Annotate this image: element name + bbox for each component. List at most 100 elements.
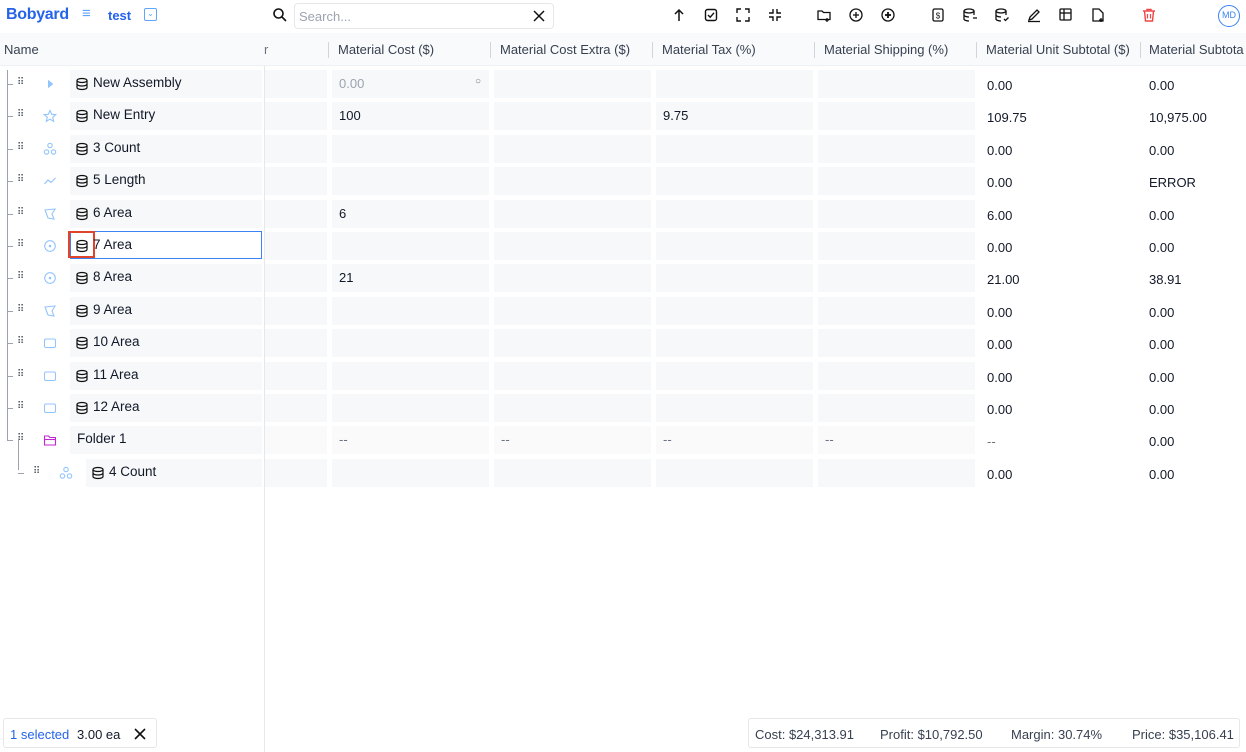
material-cost-cell[interactable] (332, 232, 489, 260)
material-cost-cell[interactable]: -- (332, 426, 489, 455)
partial-cell[interactable] (265, 264, 327, 293)
material-tax-cell[interactable]: 9.75 (656, 102, 813, 131)
add-assembly-icon[interactable] (880, 7, 896, 23)
material-tax-cell[interactable] (656, 232, 813, 260)
partial-cell[interactable] (265, 70, 327, 98)
material-tax-cell[interactable] (656, 394, 813, 422)
search-box[interactable] (294, 3, 554, 29)
pencil-icon[interactable] (1026, 7, 1042, 23)
tree-row[interactable]: ⠿ 7 Area (0, 231, 264, 260)
material-cost-cell[interactable] (332, 296, 489, 325)
tree-row[interactable]: ⠿ 6 Area (0, 199, 264, 228)
material-tax-cell[interactable] (656, 458, 813, 487)
material-shipping-cell[interactable] (818, 329, 975, 358)
drag-handle-icon[interactable]: ⠿ (17, 402, 24, 412)
database-icon[interactable] (91, 466, 105, 480)
folder-icon[interactable] (43, 433, 57, 447)
expand-icon[interactable] (735, 7, 751, 23)
database-icon[interactable] (75, 336, 89, 350)
circle-area-icon[interactable] (43, 239, 57, 253)
tree-row[interactable]: ⠿ 8 Area (0, 264, 264, 293)
partial-cell[interactable] (265, 296, 327, 325)
material-tax-cell[interactable] (656, 329, 813, 358)
delete-icon[interactable] (1141, 7, 1157, 23)
drag-handle-icon[interactable]: ⠿ (17, 175, 24, 185)
tree-item-name[interactable]: 4 Count (109, 464, 156, 479)
database-icon[interactable] (75, 109, 89, 123)
collapse-icon[interactable] (767, 7, 783, 23)
circle-area-icon[interactable] (43, 271, 57, 285)
drag-handle-icon[interactable]: ⠿ (17, 78, 24, 88)
material-cost-extra-cell[interactable] (494, 264, 651, 293)
checkbox-icon[interactable] (703, 7, 719, 23)
material-shipping-cell[interactable] (818, 264, 975, 293)
partial-cell[interactable] (265, 199, 327, 228)
tree-item-name[interactable]: 8 Area (93, 269, 132, 284)
database-icon[interactable] (75, 77, 89, 91)
material-tax-cell[interactable] (656, 361, 813, 390)
database-icon[interactable] (75, 271, 89, 285)
column-header-material-shipping[interactable]: Material Shipping (%) (824, 33, 974, 66)
project-dropdown-icon[interactable]: ⌄ (144, 8, 157, 21)
material-cost-extra-cell[interactable] (494, 458, 651, 487)
tree-item-name[interactable]: 5 Length (93, 172, 146, 187)
material-cost-extra-cell[interactable] (494, 232, 651, 260)
tree-item-name[interactable]: 6 Area (93, 205, 132, 220)
rectangle-area-icon[interactable] (43, 336, 57, 350)
column-header-material-tax[interactable]: Material Tax (%) (662, 33, 812, 66)
partial-cell[interactable] (265, 394, 327, 422)
drag-handle-icon[interactable]: ⠿ (17, 110, 24, 120)
partial-cell[interactable] (265, 361, 327, 390)
material-tax-cell[interactable] (656, 70, 813, 98)
database-icon[interactable] (75, 369, 89, 383)
document-add-icon[interactable] (1090, 7, 1106, 23)
partial-cell[interactable] (265, 102, 327, 131)
material-shipping-cell[interactable] (818, 199, 975, 228)
tree-row[interactable]: ⠿ 12 Area (0, 394, 264, 422)
add-circle-icon[interactable] (848, 7, 864, 23)
material-shipping-cell[interactable] (818, 70, 975, 98)
drag-handle-icon[interactable]: ⠿ (17, 369, 24, 380)
drag-handle-icon[interactable]: ⠿ (17, 272, 24, 282)
tree-row[interactable]: ⠿ Folder 1 (0, 426, 264, 455)
material-cost-cell[interactable]: 21 (332, 264, 489, 293)
tree-item-name[interactable]: New Assembly (93, 75, 182, 90)
partial-cell[interactable] (265, 134, 327, 163)
drag-handle-icon[interactable]: ⠿ (17, 337, 24, 347)
database-edit-icon[interactable] (962, 7, 978, 23)
add-folder-icon[interactable] (816, 7, 832, 23)
tree-item-name[interactable]: 12 Area (93, 399, 140, 414)
column-header-partial[interactable]: r (264, 33, 274, 66)
material-shipping-cell[interactable] (818, 458, 975, 487)
material-tax-cell[interactable]: -- (656, 426, 813, 455)
material-cost-cell[interactable] (332, 458, 489, 487)
clear-search-icon[interactable] (531, 8, 547, 24)
tree-item-name[interactable]: 10 Area (93, 334, 140, 349)
material-cost-extra-cell[interactable] (494, 134, 651, 163)
rectangle-area-icon[interactable] (43, 369, 57, 383)
user-avatar[interactable]: MD (1218, 5, 1240, 27)
drag-handle-icon[interactable]: ⠿ (17, 304, 24, 315)
table-add-icon[interactable] (1058, 7, 1074, 23)
material-tax-cell[interactable] (656, 134, 813, 163)
drag-handle-icon[interactable]: ⠿ (17, 207, 24, 218)
database-icon[interactable] (75, 401, 89, 415)
column-header-material-unit-subtotal[interactable]: Material Unit Subtotal ($) (986, 33, 1138, 66)
tree-row[interactable]: ⠿ 3 Count (0, 134, 264, 163)
drag-handle-icon[interactable]: ⠿ (17, 240, 24, 250)
tree-row[interactable]: ⠿ 5 Length (0, 167, 264, 196)
material-cost-cell[interactable]: 0.00 (332, 70, 489, 98)
material-cost-extra-cell[interactable] (494, 394, 651, 422)
drag-handle-icon[interactable]: ⠿ (33, 466, 40, 477)
rectangle-area-icon[interactable] (43, 401, 57, 415)
project-name[interactable]: test (108, 8, 131, 23)
database-icon[interactable] (75, 304, 89, 318)
material-cost-extra-cell[interactable] (494, 167, 651, 196)
material-tax-cell[interactable] (656, 296, 813, 325)
tree-row[interactable]: ⠿ 10 Area (0, 329, 264, 358)
dollar-doc-icon[interactable]: $ (930, 7, 946, 23)
material-shipping-cell[interactable]: -- (818, 426, 975, 455)
column-header-material-subtotal[interactable]: Material Subtota (1149, 33, 1246, 66)
material-cost-cell[interactable] (332, 167, 489, 196)
drag-handle-icon[interactable]: ⠿ (17, 142, 24, 153)
